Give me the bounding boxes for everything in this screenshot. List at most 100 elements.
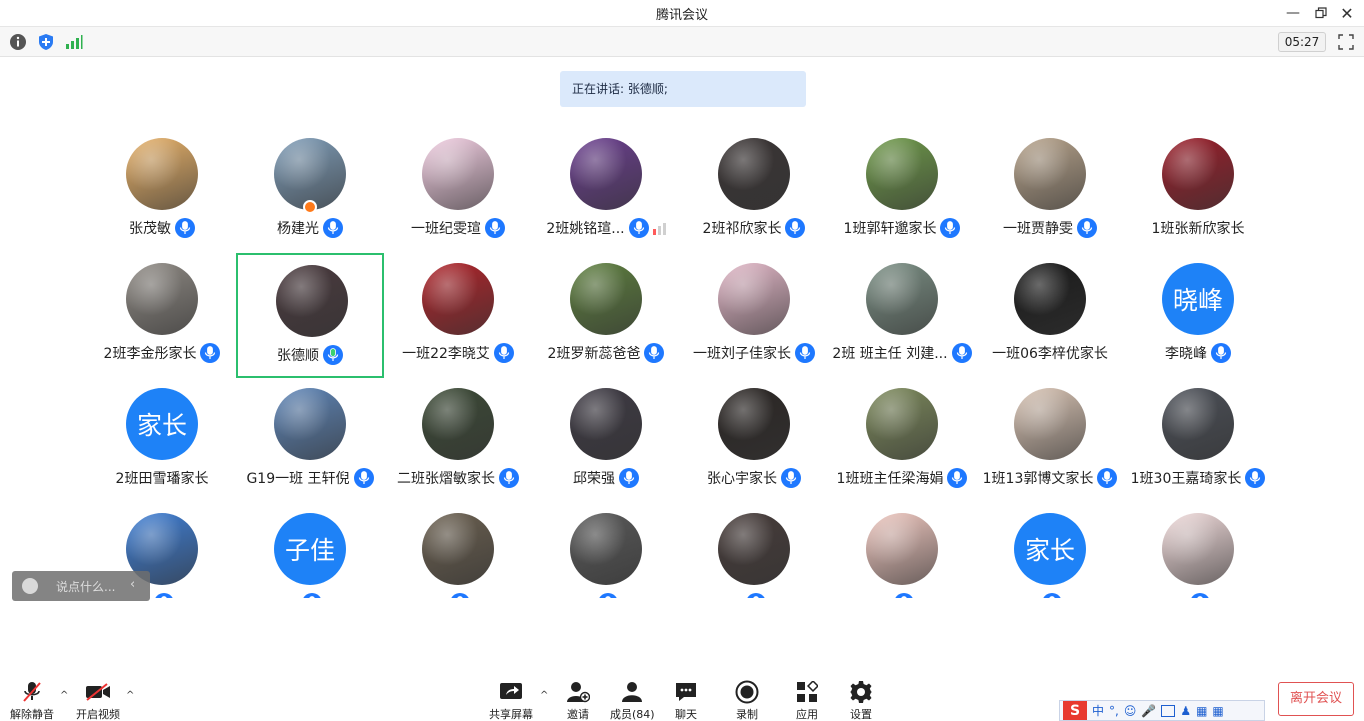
toolbox-icon[interactable]: ▦ [1212, 704, 1223, 718]
minimize-icon[interactable]: — [1283, 3, 1303, 23]
participant-name-row [680, 593, 828, 598]
mic-icon [175, 218, 195, 238]
mic-icon [781, 468, 801, 488]
apps-label: 应用 [796, 708, 818, 721]
participant-tile[interactable]: 一班06李梓优家长 [976, 253, 1124, 378]
share-screen-button[interactable]: 共享屏幕 [489, 680, 533, 721]
mic-icon [1245, 468, 1266, 488]
avatar: 家长 [126, 388, 198, 460]
mic-icon [200, 343, 221, 363]
participant-grid: 张茂敏 杨建光 一班纪雯瑄 2班姚铭瑄... 2班祁欣家长 1班郭轩邈家长 一班贾静雯 1班张… [88, 128, 1278, 598]
skin-icon[interactable]: ▦ [1196, 704, 1207, 718]
participant-tile[interactable]: 张茂敏 [88, 128, 236, 253]
record-label: 录制 [736, 708, 758, 721]
participant-tile[interactable]: 张心宇家长 [680, 378, 828, 503]
record-button[interactable]: 录制 [734, 680, 760, 721]
participant-tile[interactable]: 张德顺 [236, 253, 384, 378]
info-icon[interactable] [9, 33, 27, 51]
participant-tile[interactable]: 家长 [976, 503, 1124, 598]
participant-name: 一班06李梓优家长 [992, 346, 1108, 362]
avatar [718, 138, 790, 210]
participant-tile[interactable] [532, 503, 680, 598]
chevron-up-icon[interactable]: ^ [60, 690, 68, 701]
keyboard-icon[interactable] [1161, 704, 1176, 717]
participant-tile[interactable]: 一班22李晓艾 [384, 253, 532, 378]
participant-name-row: 一班06李梓优家长 [976, 343, 1124, 363]
participant-name: 1班30王嘉琦家长 [1130, 471, 1242, 487]
participant-name-row [976, 593, 1124, 598]
participant-name-row: 李晓峰 [1124, 343, 1272, 363]
chat-placeholder: 说点什么... [56, 580, 116, 594]
participant-tile[interactable]: 2班李金彤家长 [88, 253, 236, 378]
emoji-icon[interactable] [22, 578, 38, 594]
leave-meeting-button[interactable]: 离开会议 [1278, 682, 1354, 716]
participant-tile[interactable]: 一班刘子佳家长 [680, 253, 828, 378]
participant-tile[interactable]: 家长 2班田雪璠家长 [88, 378, 236, 503]
participant-name-row: 一班贾静雯 [976, 218, 1124, 238]
invite-button[interactable]: 邀请 [565, 680, 591, 721]
participant-tile[interactable]: 2班祁欣家长 [680, 128, 828, 253]
participant-tile[interactable]: 子佳 [236, 503, 384, 598]
apps-button[interactable]: 应用 [794, 680, 820, 721]
chevron-up-icon[interactable]: ^ [126, 690, 134, 701]
unmute-button[interactable]: 解除静音 [10, 680, 54, 721]
participant-tile[interactable] [384, 503, 532, 598]
members-button[interactable]: 成员(84) [610, 680, 655, 721]
participant-tile[interactable] [1124, 503, 1272, 598]
restore-icon[interactable] [1311, 3, 1331, 23]
avatar: 家长 [1014, 513, 1086, 585]
participant-tile[interactable]: G19一班 王轩倪 [236, 378, 384, 503]
participant-tile[interactable]: 晓峰 李晓峰 [1124, 253, 1272, 378]
participant-name: 张茂敏 [129, 221, 171, 237]
participant-name-row: 一班刘子佳家长 [680, 343, 828, 363]
participant-tile[interactable]: 杨建光 [236, 128, 384, 253]
mic-icon [323, 218, 343, 238]
chevron-left-icon[interactable]: ‹ [130, 577, 146, 592]
emoji-icon[interactable]: ☺ [1124, 704, 1137, 718]
participant-tile[interactable] [828, 503, 976, 598]
participant-tile[interactable]: 2班姚铭瑄... [532, 128, 680, 253]
participant-tile[interactable]: 1班郭轩邈家长 [828, 128, 976, 253]
participant-tile[interactable] [680, 503, 828, 598]
participant-tile[interactable]: 1班30王嘉琦家长 [1124, 378, 1272, 503]
avatar [422, 513, 494, 585]
share-screen-icon [498, 680, 524, 704]
participant-tile[interactable]: 2班罗新蕊爸爸 [532, 253, 680, 378]
settings-label: 设置 [850, 708, 872, 721]
avatar [866, 388, 938, 460]
participant-name: 2班姚铭瑄... [546, 221, 625, 237]
participant-name-row: 1班张新欣家长 [1124, 218, 1272, 238]
participant-tile[interactable]: 1班班主任梁海娟 [828, 378, 976, 503]
avatar [422, 138, 494, 210]
participant-tile[interactable]: 二班张熠敏家长 [384, 378, 532, 503]
participant-name: 一班22李晓艾 [402, 346, 490, 362]
chevron-up-icon[interactable]: ^ [540, 690, 548, 701]
voice-input-icon[interactable]: 🎤 [1141, 704, 1156, 718]
members-label: 成员(84) [610, 708, 655, 721]
participant-name: 1班13郭博文家长 [982, 471, 1094, 487]
participant-tile[interactable]: 邱荣强 [532, 378, 680, 503]
participant-name-row [384, 593, 532, 598]
sogou-logo-icon[interactable]: S [1063, 701, 1087, 720]
participant-tile[interactable]: 1班张新欣家长 [1124, 128, 1272, 253]
participant-tile[interactable]: 一班贾静雯 [976, 128, 1124, 253]
user-icon[interactable]: ♟ [1180, 704, 1191, 718]
participant-tile[interactable]: 一班纪雯瑄 [384, 128, 532, 253]
punctuation-icon[interactable]: °, [1109, 704, 1119, 718]
close-icon[interactable]: ✕ [1337, 3, 1357, 23]
participant-name: 邱荣强 [573, 471, 615, 487]
chat-button[interactable]: 聊天 [673, 680, 699, 721]
settings-button[interactable]: 设置 [848, 680, 874, 721]
avatar [570, 263, 642, 335]
ime-language[interactable]: 中 [1092, 702, 1104, 719]
security-shield-icon[interactable] [37, 33, 55, 51]
participant-name-row: 1班13郭博文家长 [976, 468, 1124, 488]
avatar [570, 138, 642, 210]
mic-icon [644, 343, 665, 363]
participant-tile[interactable]: 2班 班主任 刘建... [828, 253, 976, 378]
network-signal-icon[interactable] [65, 33, 83, 51]
start-video-button[interactable]: 开启视频 [76, 680, 120, 721]
participant-tile[interactable]: 1班13郭博文家长 [976, 378, 1124, 503]
chat-input[interactable]: 说点什么... ‹ [12, 571, 150, 601]
fullscreen-icon[interactable] [1337, 33, 1355, 51]
